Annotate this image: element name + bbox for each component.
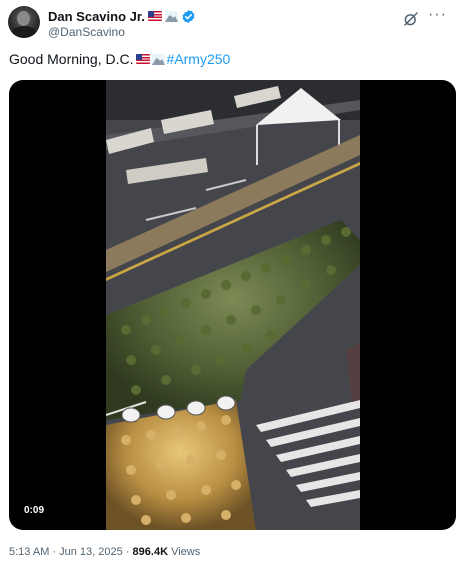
us-flag-icon: [135, 54, 150, 64]
post-date[interactable]: Jun 13, 2025: [59, 546, 123, 558]
hashtag-link[interactable]: #Army250: [167, 51, 231, 67]
author-name-row: Dan Scavino Jr.: [48, 8, 196, 24]
tweet-metadata: 5:13 AM · Jun 13, 2025 · 896.4K Views: [9, 546, 200, 558]
author-handle[interactable]: @DanScavino: [48, 25, 125, 39]
mountain-icon: [164, 10, 178, 22]
views-count: 896.4K: [132, 546, 169, 558]
us-flag-icon: [147, 11, 162, 21]
meta-separator: ·: [122, 546, 133, 558]
video-still: [106, 80, 360, 530]
grok-icon[interactable]: [402, 10, 420, 28]
author-display-name[interactable]: Dan Scavino Jr.: [48, 9, 145, 24]
views-label: Views: [171, 546, 201, 558]
avatar-shoulders: [11, 26, 37, 38]
tweet-body: Good Morning, D.C.: [9, 51, 134, 67]
video-frame[interactable]: [106, 80, 360, 530]
tweet-header: Dan Scavino Jr. @DanScavino ···: [8, 4, 448, 44]
mountain-icon: [151, 53, 165, 65]
video-player[interactable]: 0:09: [9, 80, 456, 530]
verified-badge-icon: [181, 9, 196, 24]
avatar-face: [17, 11, 30, 26]
meta-separator: ·: [49, 546, 60, 558]
more-options-icon[interactable]: ···: [428, 7, 446, 26]
video-duration: 0:09: [19, 504, 50, 517]
tweet-text: Good Morning, D.C. #Army250: [9, 51, 230, 67]
avatar[interactable]: [8, 6, 40, 38]
post-time[interactable]: 5:13 AM: [9, 546, 49, 558]
